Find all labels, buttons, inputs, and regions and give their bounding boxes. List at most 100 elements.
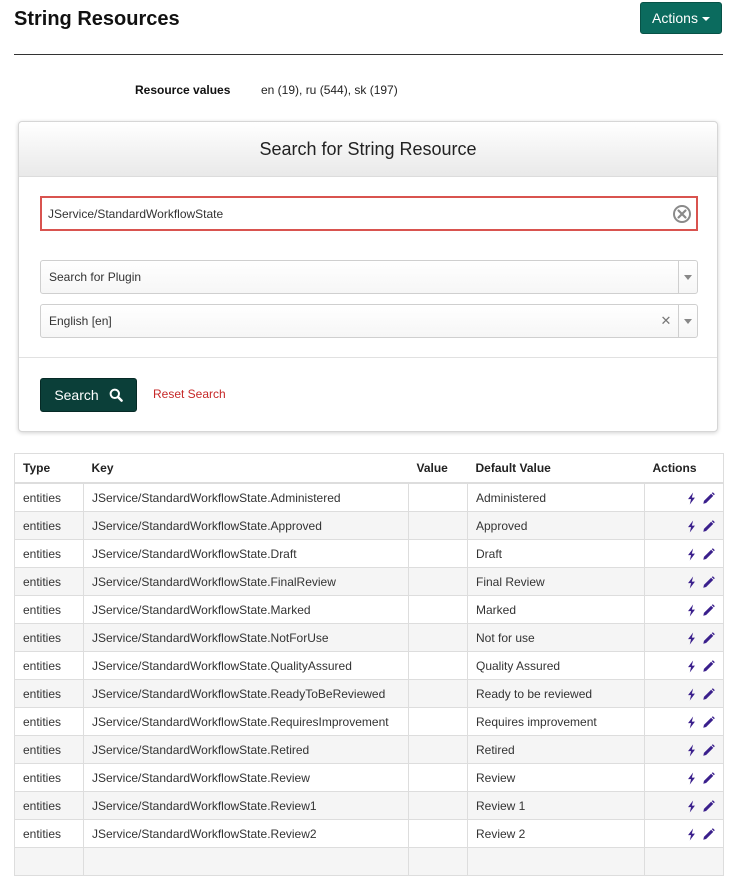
pencil-icon[interactable]: [702, 519, 715, 533]
cell-value[interactable]: [408, 539, 468, 568]
cell-value[interactable]: [408, 595, 468, 624]
cell-type: entities: [14, 763, 84, 792]
bolt-icon[interactable]: [685, 800, 698, 813]
column-header-default-value[interactable]: Default Value: [467, 453, 645, 484]
cell-value[interactable]: [408, 847, 468, 876]
cell-key: JService/StandardWorkflowState.Review1: [83, 791, 409, 820]
cell-value[interactable]: [408, 482, 468, 512]
cell-actions: [644, 819, 724, 848]
bolt-icon[interactable]: [685, 744, 698, 757]
cell-type: entities: [14, 567, 84, 596]
plugin-select-text: Search for Plugin: [49, 270, 142, 284]
cell-key: JService/StandardWorkflowState.Marked: [83, 595, 409, 624]
column-header-type[interactable]: Type: [14, 453, 84, 484]
cell-value[interactable]: [408, 623, 468, 652]
pencil-icon[interactable]: [702, 603, 715, 617]
bolt-icon[interactable]: [685, 828, 698, 841]
cell-type: entities: [14, 511, 84, 540]
cell-key: JService/StandardWorkflowState.Administe…: [83, 482, 409, 512]
cell-type: entities: [14, 539, 84, 568]
column-header-key[interactable]: Key: [83, 453, 409, 484]
circle-x-icon[interactable]: [672, 204, 692, 224]
cell-default-value: Ready to be reviewed: [467, 679, 645, 708]
language-select-text: English [en]: [49, 314, 112, 328]
cell-key: JService/StandardWorkflowState.Retired: [83, 735, 409, 764]
cell-default-value: Quality Assured: [467, 651, 645, 680]
cell-value[interactable]: [408, 651, 468, 680]
cell-value[interactable]: [408, 707, 468, 736]
bolt-icon[interactable]: [685, 520, 698, 533]
cell-actions: [644, 847, 724, 876]
table-row: [14, 847, 724, 876]
cell-default-value: Review: [467, 763, 645, 792]
cell-value[interactable]: [408, 819, 468, 848]
table-header-row: Type Key Value Default Value Actions: [14, 453, 724, 484]
pencil-icon[interactable]: [702, 659, 715, 673]
cell-default-value: Marked: [467, 595, 645, 624]
pencil-icon[interactable]: [702, 491, 715, 505]
table-row: entities JService/StandardWorkflowState.R…: [14, 763, 724, 792]
chevron-down-icon[interactable]: [678, 261, 697, 293]
cell-key: [83, 847, 409, 876]
table-row: entities JService/StandardWorkflowState.A…: [14, 511, 724, 540]
cell-type: [14, 847, 84, 876]
cell-value[interactable]: [408, 735, 468, 764]
table-row: entities JService/StandardWorkflowState.R…: [14, 707, 724, 736]
actions-dropdown-button[interactable]: Actions: [640, 2, 722, 34]
title-divider: [14, 54, 723, 55]
search-input[interactable]: [42, 197, 672, 230]
pencil-icon[interactable]: [702, 575, 715, 589]
search-button-label: Search: [54, 387, 99, 403]
page-title: String Resources: [14, 8, 180, 30]
column-header-value[interactable]: Value: [408, 453, 468, 484]
cell-key: JService/StandardWorkflowState.ReadyToBe…: [83, 679, 409, 708]
pencil-icon[interactable]: [702, 743, 715, 757]
bolt-icon[interactable]: [685, 688, 698, 701]
cell-type: entities: [14, 482, 84, 512]
cell-type: entities: [14, 623, 84, 652]
pencil-icon[interactable]: [702, 631, 715, 645]
table-row: entities JService/StandardWorkflowState.F…: [14, 567, 724, 596]
reset-search-link[interactable]: Reset Search: [153, 387, 226, 401]
cell-actions: [644, 763, 724, 792]
cell-type: entities: [14, 595, 84, 624]
column-header-actions: Actions: [644, 453, 724, 484]
cell-default-value: Approved: [467, 511, 645, 540]
bolt-icon[interactable]: [685, 548, 698, 561]
pencil-icon[interactable]: [702, 547, 715, 561]
cell-value[interactable]: [408, 567, 468, 596]
actions-label: Actions: [652, 10, 698, 26]
bolt-icon[interactable]: [685, 716, 698, 729]
chevron-down-icon[interactable]: [678, 305, 697, 337]
search-button[interactable]: Search: [40, 378, 137, 412]
pencil-icon[interactable]: [702, 799, 715, 813]
bolt-icon[interactable]: [685, 576, 698, 589]
cell-value[interactable]: [408, 791, 468, 820]
cell-key: JService/StandardWorkflowState.Draft: [83, 539, 409, 568]
table-row: entities JService/StandardWorkflowState.R…: [14, 819, 724, 848]
plugin-select[interactable]: Search for Plugin: [40, 260, 698, 294]
cell-default-value: Review 1: [467, 791, 645, 820]
cell-actions: [644, 511, 724, 540]
pencil-icon[interactable]: [702, 827, 715, 841]
cell-value[interactable]: [408, 511, 468, 540]
cell-value[interactable]: [408, 679, 468, 708]
search-panel: Search for String Resource Search for Pl…: [18, 121, 718, 432]
pencil-icon[interactable]: [702, 687, 715, 701]
pencil-icon[interactable]: [702, 715, 715, 729]
cell-actions: [644, 567, 724, 596]
pencil-icon[interactable]: [702, 771, 715, 785]
bolt-icon[interactable]: [685, 632, 698, 645]
cell-default-value: Review 2: [467, 819, 645, 848]
cell-value[interactable]: [408, 763, 468, 792]
language-select[interactable]: English [en] ✕: [40, 304, 698, 338]
table-row: entities JService/StandardWorkflowState.M…: [14, 595, 724, 624]
bolt-icon[interactable]: [685, 492, 698, 505]
bolt-icon[interactable]: [685, 604, 698, 617]
cell-default-value: Draft: [467, 539, 645, 568]
table-row: entities JService/StandardWorkflowState.Q…: [14, 651, 724, 680]
bolt-icon[interactable]: [685, 772, 698, 785]
cell-actions: [644, 623, 724, 652]
clear-selection-icon[interactable]: ✕: [658, 313, 674, 329]
bolt-icon[interactable]: [685, 660, 698, 673]
